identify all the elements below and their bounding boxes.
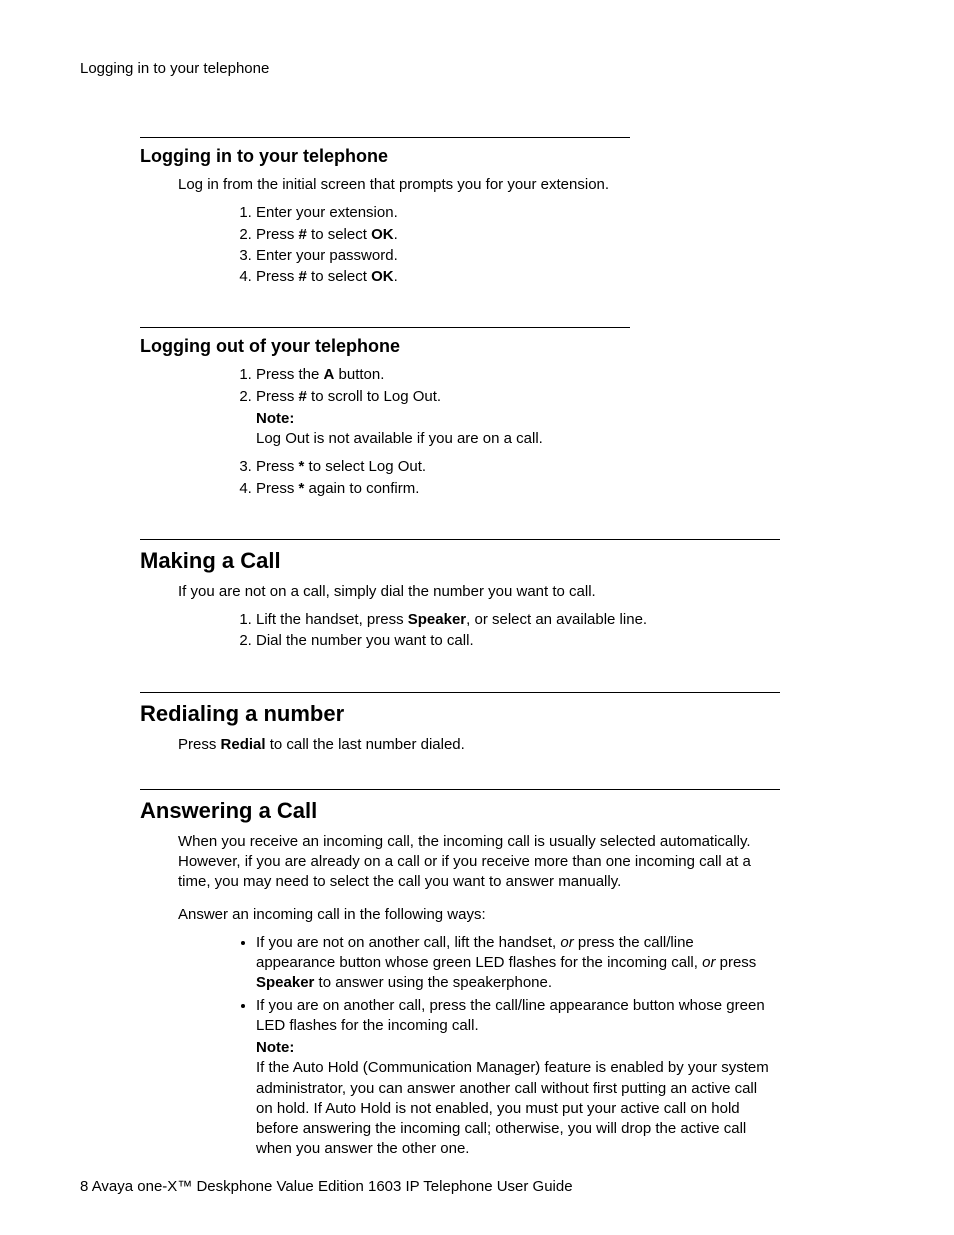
note-text: Log Out is not available if you are on a… bbox=[256, 430, 543, 447]
rule bbox=[140, 789, 780, 790]
step-item: Press * to select Log Out. bbox=[256, 457, 774, 477]
footer: 8 Avaya one-X™ Deskphone Value Edition 1… bbox=[80, 1178, 573, 1195]
intro-text: If you are not on a call, simply dial th… bbox=[178, 582, 774, 602]
body-text: Answer an incoming call in the following… bbox=[178, 905, 774, 925]
section-logging-out: Logging out of your telephone Press the … bbox=[140, 327, 774, 499]
intro-text: Log in from the initial screen that prom… bbox=[178, 175, 774, 195]
rule bbox=[140, 327, 630, 328]
step-item: Press # to scroll to Log Out. Note: Log … bbox=[256, 387, 774, 450]
step-item: Press # to select OK. bbox=[256, 225, 774, 245]
section-answering: Answering a Call When you receive an inc… bbox=[140, 789, 774, 1160]
section-making-call: Making a Call If you are not on a call, … bbox=[140, 539, 774, 652]
note: Note: Log Out is not available if you ar… bbox=[256, 409, 774, 450]
step-item: Press # to select OK. bbox=[256, 267, 774, 287]
body-text: When you receive an incoming call, the i… bbox=[178, 832, 774, 893]
step-item: Dial the number you want to call. bbox=[256, 631, 774, 651]
steps-list: Enter your extension. Press # to select … bbox=[256, 203, 774, 287]
note: Note: If the Auto Hold (Communication Ma… bbox=[256, 1038, 774, 1160]
rule bbox=[140, 137, 630, 138]
heading-making-call: Making a Call bbox=[140, 548, 774, 574]
section-redialing: Redialing a number Press Redial to call … bbox=[140, 692, 774, 755]
bullet-list: If you are not on another call, lift the… bbox=[238, 933, 774, 1160]
heading-redialing: Redialing a number bbox=[140, 701, 774, 727]
bullet-item: If you are on another call, press the ca… bbox=[256, 996, 774, 1160]
page: Logging in to your telephone Logging in … bbox=[0, 0, 954, 1235]
footer-title: Avaya one-X™ Deskphone Value Edition 160… bbox=[92, 1178, 573, 1195]
note-text: If the Auto Hold (Communication Manager)… bbox=[256, 1059, 769, 1157]
step-item: Press the A button. bbox=[256, 365, 774, 385]
note-label: Note: bbox=[256, 410, 294, 427]
step-item: Press * again to confirm. bbox=[256, 479, 774, 499]
heading-answering: Answering a Call bbox=[140, 798, 774, 824]
rule bbox=[140, 539, 780, 540]
note-label: Note: bbox=[256, 1039, 294, 1056]
heading-logging-in: Logging in to your telephone bbox=[140, 146, 774, 167]
steps-list: Lift the handset, press Speaker, or sele… bbox=[256, 610, 774, 652]
step-item: Enter your extension. bbox=[256, 203, 774, 223]
running-head: Logging in to your telephone bbox=[80, 60, 874, 77]
rule bbox=[140, 692, 780, 693]
heading-logging-out: Logging out of your telephone bbox=[140, 336, 774, 357]
steps-list: Press the A button. Press # to scroll to… bbox=[256, 365, 774, 499]
step-item: Enter your password. bbox=[256, 246, 774, 266]
step-item: Lift the handset, press Speaker, or sele… bbox=[256, 610, 774, 630]
section-logging-in: Logging in to your telephone Log in from… bbox=[140, 137, 774, 287]
bullet-item: If you are not on another call, lift the… bbox=[256, 933, 774, 994]
body-text: Press Redial to call the last number dia… bbox=[178, 735, 774, 755]
